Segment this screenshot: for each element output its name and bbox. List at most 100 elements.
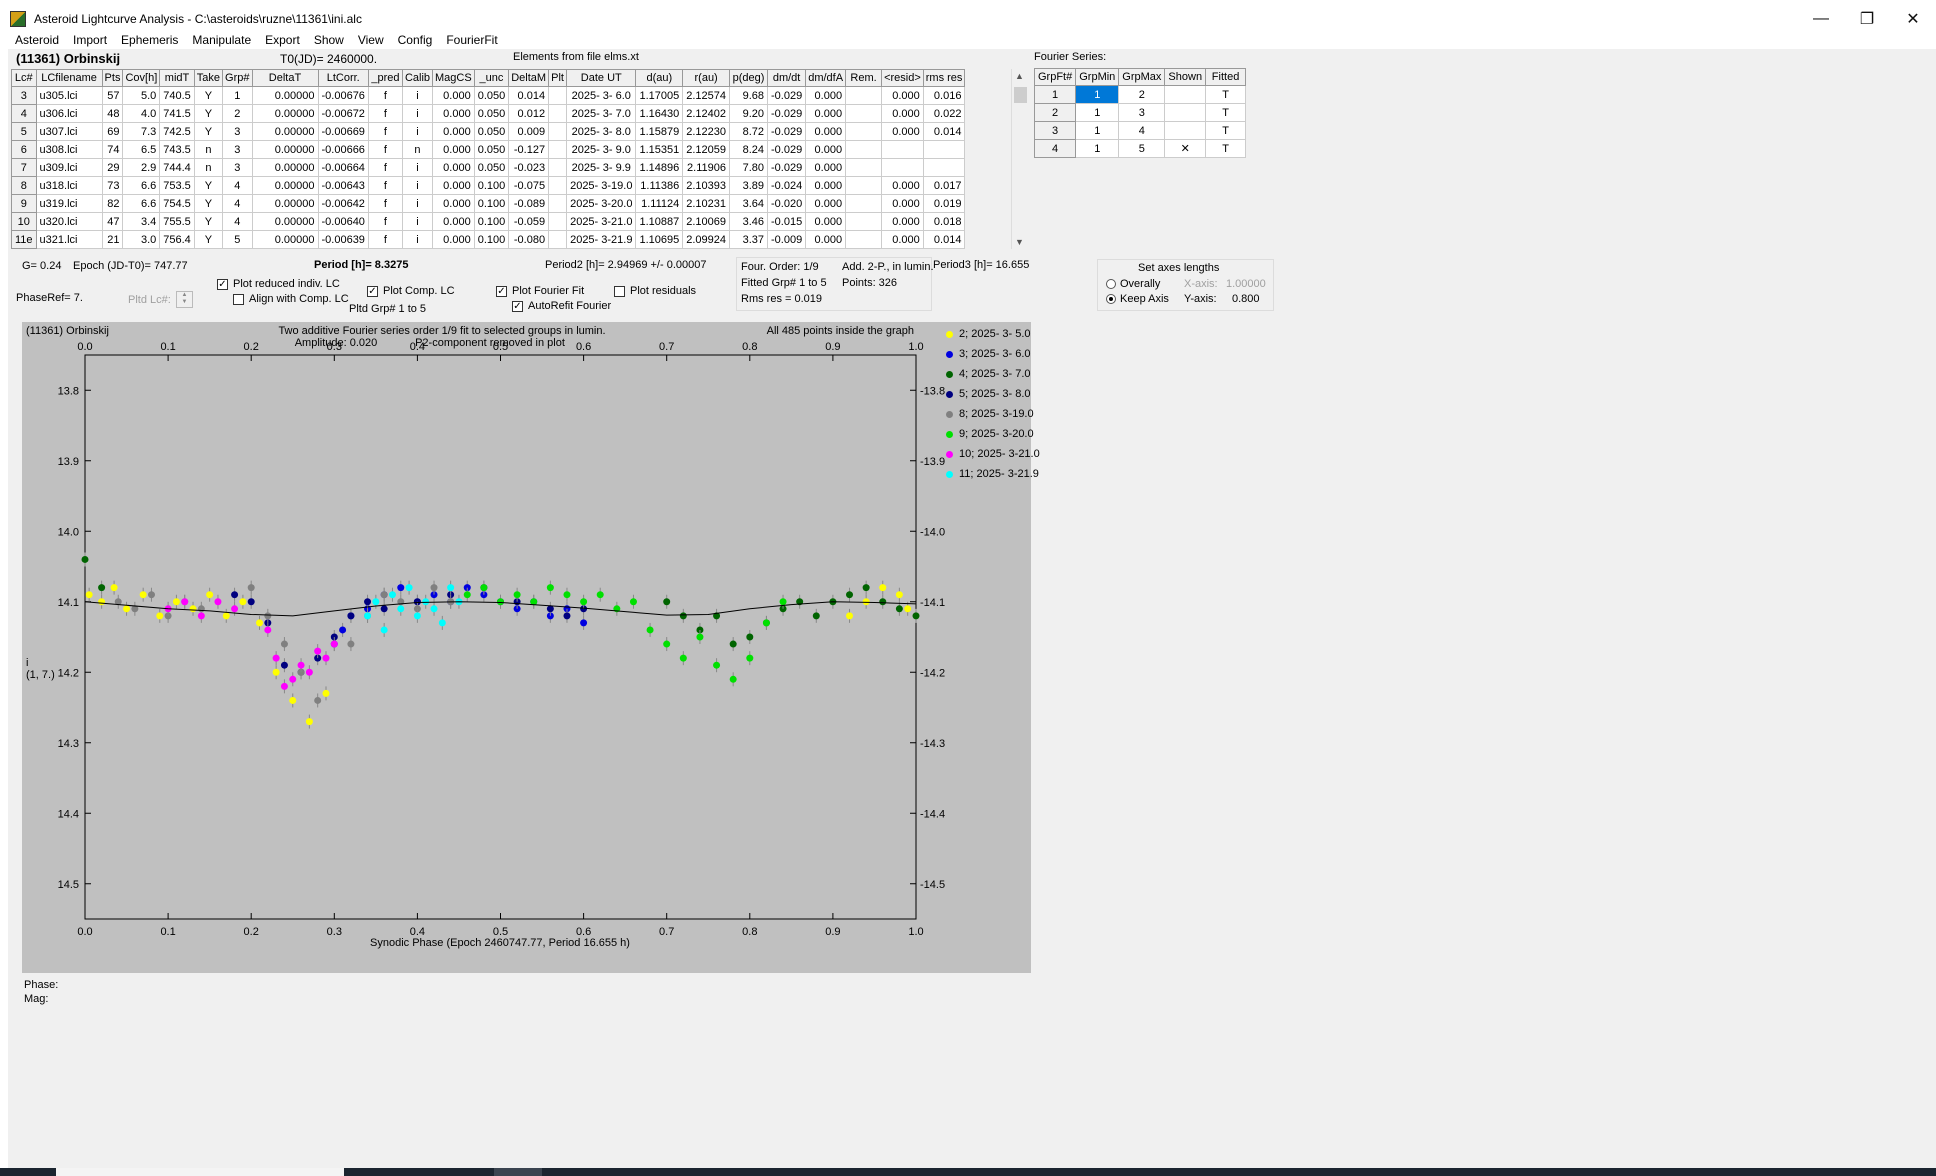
fourier-row[interactable]: 314 T <box>1033 121 1247 140</box>
column-header[interactable]: midT <box>159 69 195 87</box>
table-cell[interactable]: u318.lci <box>35 176 103 195</box>
column-header[interactable]: Pts <box>101 69 124 87</box>
fourier-cell[interactable] <box>1164 103 1207 122</box>
table-cell[interactable]: f <box>367 212 403 231</box>
column-header[interactable]: Grp# <box>222 69 253 87</box>
table-cell[interactable]: 8.24 <box>729 140 768 159</box>
table-cell[interactable] <box>845 158 883 177</box>
table-cell[interactable]: 2025- 3- 6.0 <box>566 86 637 105</box>
taskbar-item[interactable] <box>494 1168 542 1176</box>
table-cell[interactable]: 1.17005 <box>635 86 684 105</box>
table-cell[interactable]: -0.029 <box>766 140 807 159</box>
table-cell[interactable]: 0.050 <box>473 122 510 141</box>
table-cell[interactable]: 741.5 <box>159 104 195 123</box>
table-cell[interactable]: 5 <box>222 230 253 249</box>
table-cell[interactable]: 2025- 3- 8.0 <box>566 122 637 141</box>
fourier-cell[interactable]: 3 <box>1118 103 1166 122</box>
table-cell[interactable]: 1.11124 <box>635 194 684 213</box>
table-cell[interactable] <box>548 122 568 141</box>
table-cell[interactable]: u307.lci <box>35 122 103 141</box>
fourier-cell[interactable]: 3 <box>1033 121 1077 140</box>
table-cell[interactable]: i <box>401 194 434 213</box>
table-cell[interactable]: Y <box>193 176 224 195</box>
table-cell[interactable]: 1.14896 <box>635 158 684 177</box>
fourier-cell[interactable] <box>1164 121 1207 140</box>
lightcurve-table-scrollbar[interactable]: ▲ ▼ <box>1011 69 1028 249</box>
lightcurve-graph[interactable]: 0.0 0.0 0.1 0.1 0.2 0.2 0.3 0.3 0.4 0.4 0.5 0.5 0.6 0… <box>22 322 1040 973</box>
column-header[interactable]: p(deg) <box>729 69 768 87</box>
table-cell[interactable]: 754.5 <box>159 194 195 213</box>
pltd-lc-spinner[interactable]: ▲ ▼ <box>176 291 193 308</box>
table-cell[interactable]: 744.4 <box>159 158 195 177</box>
column-header[interactable]: dm/dt <box>766 69 807 87</box>
table-cell[interactable]: 4 <box>222 212 253 231</box>
table-cell[interactable]: -0.029 <box>766 104 807 123</box>
table-cell[interactable]: 3 <box>222 158 253 177</box>
maximize-button[interactable]: ❐ <box>1844 0 1890 37</box>
table-cell[interactable]: 2025- 3- 9.0 <box>566 140 637 159</box>
table-cell[interactable]: 6.5 <box>122 140 161 159</box>
table-cell[interactable]: 0.000 <box>881 104 924 123</box>
table-cell[interactable]: 4 <box>222 194 253 213</box>
table-cell[interactable]: -0.080 <box>508 230 550 249</box>
table-cell[interactable]: 9.68 <box>729 86 768 105</box>
table-cell[interactable]: u305.lci <box>35 86 103 105</box>
table-cell[interactable]: 0.100 <box>473 194 510 213</box>
menu-export[interactable]: Export <box>258 31 307 49</box>
table-cell[interactable] <box>845 140 883 159</box>
fourier-cell[interactable]: 2 <box>1118 85 1166 104</box>
table-cell[interactable]: 0.018 <box>922 212 966 231</box>
table-cell[interactable]: i <box>401 230 434 249</box>
fourier-cell[interactable]: T <box>1205 121 1247 140</box>
table-cell[interactable]: Y <box>193 104 224 123</box>
table-cell[interactable]: 756.4 <box>159 230 195 249</box>
table-cell[interactable]: 0.00000 <box>251 176 319 195</box>
table-cell[interactable]: 0.000 <box>881 212 924 231</box>
menu-config[interactable]: Config <box>391 31 440 49</box>
fourier-cell[interactable]: 1 <box>1033 85 1077 104</box>
table-cell[interactable]: 0.000 <box>805 176 847 195</box>
table-cell[interactable]: 47 <box>101 212 124 231</box>
table-cell[interactable]: 3 <box>222 140 253 159</box>
minimize-button[interactable]: — <box>1798 0 1844 37</box>
table-cell[interactable]: f <box>367 104 403 123</box>
table-cell[interactable]: 21 <box>101 230 124 249</box>
table-cell[interactable]: 0.00000 <box>251 104 319 123</box>
menu-show[interactable]: Show <box>307 31 351 49</box>
table-cell[interactable] <box>548 140 568 159</box>
column-header[interactable]: d(au) <box>635 69 684 87</box>
table-cell[interactable]: 0.000 <box>432 104 475 123</box>
table-cell[interactable]: 9 <box>11 194 37 213</box>
table-cell[interactable] <box>548 86 568 105</box>
table-cell[interactable]: 0.000 <box>805 230 847 249</box>
table-cell[interactable]: i <box>401 86 434 105</box>
table-cell[interactable]: f <box>367 176 403 195</box>
fourier-cell[interactable]: 4 <box>1033 139 1077 158</box>
fourier-cell[interactable]: 1 <box>1075 139 1120 158</box>
fourier-cell[interactable]: 1 <box>1075 85 1120 104</box>
table-cell[interactable]: 3 <box>11 86 37 105</box>
column-header[interactable]: Take <box>193 69 224 87</box>
scroll-up-icon[interactable]: ▲ <box>1015 71 1024 81</box>
fourier-cell[interactable]: 5 <box>1118 139 1166 158</box>
table-cell[interactable]: 0.009 <box>508 122 550 141</box>
table-cell[interactable]: 6 <box>11 140 37 159</box>
table-cell[interactable]: f <box>367 86 403 105</box>
align-comp-checkbox[interactable]: Align with Comp. LC <box>233 293 349 305</box>
table-cell[interactable]: 2025- 3-21.0 <box>566 212 637 231</box>
table-cell[interactable]: 2.10231 <box>682 194 730 213</box>
close-button[interactable]: ✕ <box>1890 0 1936 37</box>
table-cell[interactable]: Y <box>193 230 224 249</box>
table-cell[interactable]: 0.00000 <box>251 140 319 159</box>
fourier-column-header[interactable]: Shown <box>1164 68 1207 86</box>
table-cell[interactable]: f <box>367 122 403 141</box>
table-cell[interactable]: -0.015 <box>766 212 807 231</box>
table-cell[interactable]: 4 <box>11 104 37 123</box>
table-cell[interactable]: 9.20 <box>729 104 768 123</box>
table-cell[interactable]: 0.000 <box>432 122 475 141</box>
overally-radio[interactable]: Overally <box>1106 278 1160 290</box>
table-cell[interactable]: -0.00642 <box>317 194 369 213</box>
menu-view[interactable]: View <box>351 31 391 49</box>
table-cell[interactable]: -0.029 <box>766 158 807 177</box>
table-cell[interactable]: Y <box>193 212 224 231</box>
